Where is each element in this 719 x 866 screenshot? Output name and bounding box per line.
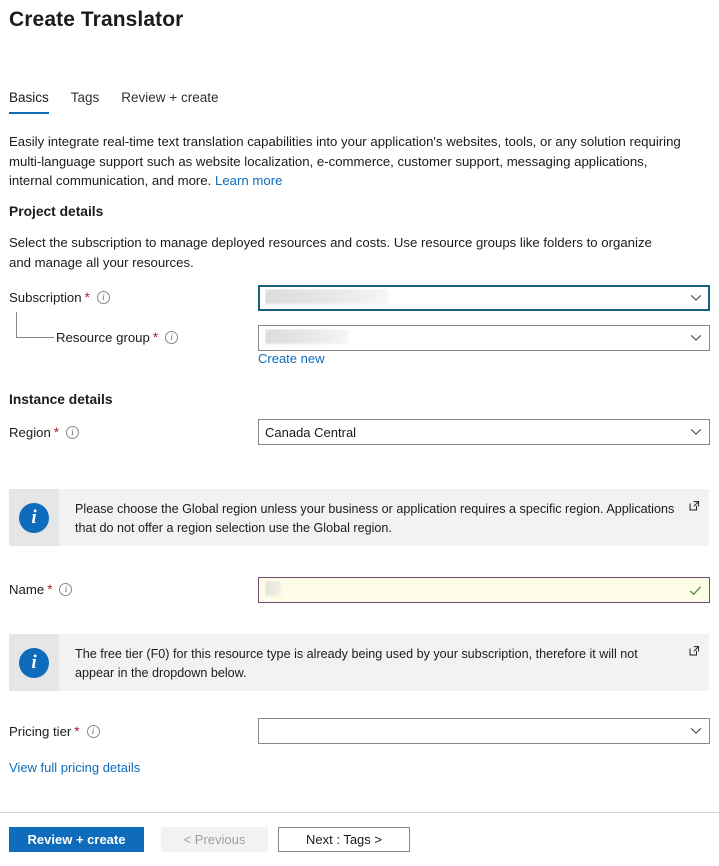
resource-group-label-group: Resource group * i bbox=[56, 329, 179, 345]
name-info-icon[interactable]: i bbox=[59, 583, 73, 596]
region-banner-text-wrap: Please choose the Global region unless y… bbox=[59, 489, 709, 546]
learn-more-link[interactable]: Learn more bbox=[215, 173, 282, 188]
subscription-required-asterisk: * bbox=[84, 289, 90, 305]
checkmark-icon bbox=[689, 585, 702, 595]
chevron-down-icon bbox=[690, 335, 702, 341]
external-link-icon[interactable] bbox=[688, 644, 701, 657]
region-label: Region bbox=[9, 425, 51, 440]
region-value: Canada Central bbox=[265, 424, 357, 440]
review-create-button[interactable]: Review + create bbox=[9, 827, 144, 852]
name-label: Name bbox=[9, 582, 45, 597]
resource-group-info-icon[interactable]: i bbox=[165, 331, 179, 344]
project-details-heading: Project details bbox=[9, 204, 104, 219]
tab-tags[interactable]: Tags bbox=[71, 90, 100, 114]
name-label-group: Name * i bbox=[9, 581, 73, 597]
subscription-value bbox=[265, 289, 685, 307]
pricing-tier-required-asterisk: * bbox=[74, 723, 80, 739]
redacted-resource-group-value bbox=[265, 329, 349, 344]
chevron-down-icon bbox=[690, 429, 702, 435]
pricing-tier-label: Pricing tier bbox=[9, 724, 72, 739]
create-translator-blade: Create Translator Basics Tags Review + c… bbox=[0, 0, 719, 866]
description-text: Easily integrate real-time text translat… bbox=[9, 134, 681, 188]
pricing-tier-info-icon[interactable]: i bbox=[86, 725, 100, 738]
free-tier-info-banner: i The free tier (F0) for this resource t… bbox=[9, 634, 709, 691]
resource-group-value bbox=[265, 329, 685, 347]
region-required-asterisk: * bbox=[53, 424, 60, 440]
tier-banner-text-wrap: The free tier (F0) for this resource typ… bbox=[59, 634, 709, 691]
pricing-tier-dropdown[interactable] bbox=[258, 718, 710, 744]
subscription-label: Subscription bbox=[9, 290, 82, 305]
tier-banner-text: The free tier (F0) for this resource typ… bbox=[75, 647, 638, 680]
resource-group-label: Resource group bbox=[56, 330, 150, 345]
footer-divider bbox=[0, 812, 719, 813]
region-banner-text: Please choose the Global region unless y… bbox=[75, 502, 675, 535]
name-value bbox=[265, 581, 688, 599]
redacted-subscription-value bbox=[265, 289, 389, 304]
resource-group-required-asterisk: * bbox=[152, 329, 159, 345]
resource-group-tree-connector bbox=[16, 312, 54, 338]
next-tags-button[interactable]: Next : Tags > bbox=[278, 827, 410, 852]
create-new-resource-group-link[interactable]: Create new bbox=[258, 351, 324, 366]
region-label-group: Region * i bbox=[9, 424, 80, 440]
region-info-icon[interactable]: i bbox=[66, 426, 80, 439]
pricing-tier-label-group: Pricing tier * i bbox=[9, 724, 100, 739]
chevron-down-icon bbox=[690, 728, 702, 734]
redacted-name-value bbox=[265, 581, 281, 596]
footer-actions: Review + create < Previous Next : Tags > bbox=[9, 827, 410, 852]
project-details-subtext: Select the subscription to manage deploy… bbox=[9, 235, 652, 270]
info-circle-icon: i bbox=[19, 502, 49, 533]
region-dropdown[interactable]: Canada Central bbox=[258, 419, 710, 445]
resource-group-dropdown[interactable] bbox=[258, 325, 710, 351]
banner-icon-cell: i bbox=[9, 489, 59, 546]
name-required-asterisk: * bbox=[47, 581, 53, 597]
chevron-down-icon bbox=[690, 295, 702, 301]
view-full-pricing-details-link[interactable]: View full pricing details bbox=[9, 760, 140, 775]
tab-bar: Basics Tags Review + create bbox=[9, 90, 240, 114]
subscription-dropdown[interactable] bbox=[258, 285, 710, 311]
page-title: Create Translator bbox=[9, 8, 184, 31]
subscription-info-icon[interactable]: i bbox=[96, 291, 110, 304]
region-info-banner: i Please choose the Global region unless… bbox=[9, 489, 709, 546]
tab-review-create[interactable]: Review + create bbox=[121, 90, 218, 114]
blade-description: Easily integrate real-time text translat… bbox=[9, 132, 684, 191]
subscription-label-group: Subscription * i bbox=[9, 290, 110, 305]
previous-button: < Previous bbox=[161, 827, 268, 852]
instance-details-heading: Instance details bbox=[9, 392, 113, 407]
name-input[interactable] bbox=[258, 577, 710, 603]
info-circle-icon: i bbox=[19, 647, 49, 678]
banner-icon-cell: i bbox=[9, 634, 59, 691]
tab-basics[interactable]: Basics bbox=[9, 90, 49, 114]
external-link-icon[interactable] bbox=[688, 499, 701, 512]
